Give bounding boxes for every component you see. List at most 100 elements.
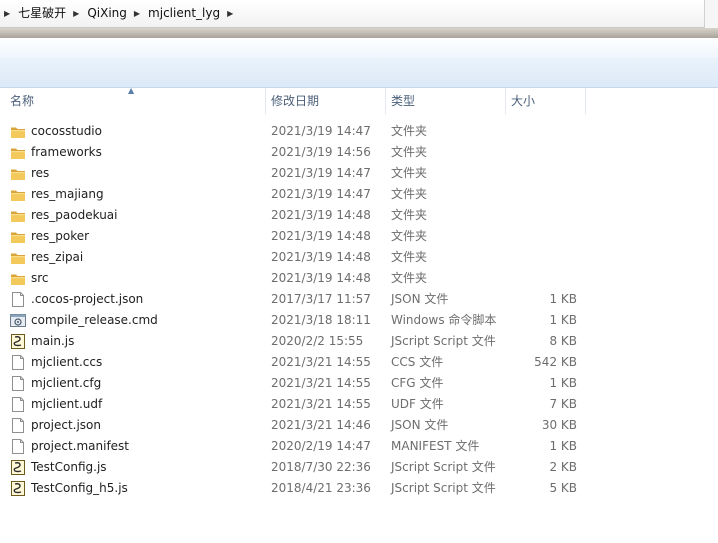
- folder-icon: [10, 166, 26, 181]
- file-row[interactable]: res_zipai 2021/3/19 14:48 文件夹: [0, 247, 718, 268]
- file-row[interactable]: cocosstudio 2021/3/19 14:47 文件夹: [0, 121, 718, 142]
- file-size: 1 KB: [549, 439, 577, 453]
- file-row[interactable]: res_paodekuai 2021/3/19 14:48 文件夹: [0, 205, 718, 226]
- file-modified-date: 2018/4/21 23:36: [271, 481, 371, 495]
- file-size: 1 KB: [549, 376, 577, 390]
- file-icon: [10, 292, 26, 307]
- file-type: 文件夹: [391, 166, 428, 180]
- file-name: res_paodekuai: [31, 208, 118, 222]
- file-modified-date: 2017/3/17 11:57: [271, 292, 371, 306]
- file-type: JScript Script 文件: [391, 481, 496, 495]
- file-row[interactable]: TestConfig.js 2018/7/30 22:36 JScript Scri…: [0, 457, 718, 478]
- file-row[interactable]: mjclient.udf 2021/3/21 14:55 UDF 文件 7 KB: [0, 394, 718, 415]
- breadcrumb-item-2[interactable]: mjclient_lyg: [143, 2, 225, 24]
- file-name: TestConfig_h5.js: [31, 481, 128, 495]
- file-type: 文件夹: [391, 187, 428, 201]
- file-modified-date: 2020/2/19 14:47: [271, 439, 371, 453]
- file-type: 文件夹: [391, 145, 428, 159]
- folder-icon: [10, 229, 26, 244]
- file-row[interactable]: src 2021/3/19 14:48 文件夹: [0, 268, 718, 289]
- file-modified-date: 2021/3/19 14:48: [271, 208, 371, 222]
- window-frame-band: [0, 28, 718, 38]
- file-row[interactable]: mjclient.ccs 2021/3/21 14:55 CCS 文件 542 KB: [0, 352, 718, 373]
- column-divider[interactable]: [585, 88, 586, 114]
- folder-icon: [10, 124, 26, 139]
- file-row[interactable]: compile_release.cmd 2021/3/18 18:11 Window…: [0, 310, 718, 331]
- column-header-size[interactable]: 大小: [501, 88, 585, 114]
- file-icon: [10, 439, 26, 454]
- breadcrumb-item-1[interactable]: QiXing: [82, 2, 132, 24]
- file-name: mjclient.cfg: [31, 376, 102, 390]
- chevron-right-icon[interactable]: ▶: [4, 9, 10, 18]
- folder-icon: [10, 187, 26, 202]
- file-modified-date: 2021/3/21 14:46: [271, 418, 371, 432]
- file-name: compile_release.cmd: [31, 313, 158, 327]
- file-type: CFG 文件: [391, 376, 444, 390]
- file-name: cocosstudio: [31, 124, 102, 138]
- file-row[interactable]: res_poker 2021/3/19 14:48 文件夹: [0, 226, 718, 247]
- file-modified-date: 2020/2/2 15:55: [271, 334, 364, 348]
- file-name: mjclient.udf: [31, 397, 103, 411]
- file-size: [506, 184, 577, 205]
- file-size: [506, 142, 577, 163]
- breadcrumb: ▶ 七星破开 ▶ QiXing ▶ mjclient_lyg ▶: [2, 2, 236, 24]
- file-name: .cocos-project.json: [31, 292, 144, 306]
- file-name: src: [31, 271, 49, 285]
- chevron-right-icon[interactable]: ▶: [73, 9, 79, 18]
- sort-ascending-icon: ▲: [128, 86, 135, 95]
- file-type: JScript Script 文件: [391, 334, 496, 348]
- command-bar: [0, 38, 718, 88]
- file-type: 文件夹: [391, 271, 428, 285]
- address-dropdown-button[interactable]: [704, 0, 718, 28]
- file-size: [506, 121, 577, 142]
- file-row[interactable]: project.json 2021/3/21 14:46 JSON 文件 30 KB: [0, 415, 718, 436]
- file-type: Windows 命令脚本: [391, 313, 497, 327]
- file-modified-date: 2021/3/19 14:47: [271, 187, 371, 201]
- file-modified-date: 2018/7/30 22:36: [271, 460, 371, 474]
- file-row[interactable]: TestConfig_h5.js 2018/4/21 23:36 JScript S…: [0, 478, 718, 499]
- file-row[interactable]: res 2021/3/19 14:47 文件夹: [0, 163, 718, 184]
- file-modified-date: 2021/3/19 14:48: [271, 250, 371, 264]
- chevron-right-icon[interactable]: ▶: [227, 9, 233, 18]
- file-name: project.json: [31, 418, 101, 432]
- address-bar[interactable]: ▶ 七星破开 ▶ QiXing ▶ mjclient_lyg ▶: [0, 0, 718, 28]
- jscript-icon: [10, 460, 26, 475]
- file-type: 文件夹: [391, 208, 428, 222]
- file-modified-date: 2021/3/18 18:11: [271, 313, 371, 327]
- cmd-script-icon: [10, 313, 26, 328]
- breadcrumb-item-0[interactable]: 七星破开: [13, 2, 71, 24]
- file-name: res_majiang: [31, 187, 104, 201]
- file-name: res_zipai: [31, 250, 84, 264]
- column-header-type[interactable]: 类型: [381, 88, 505, 114]
- folder-icon: [10, 250, 26, 265]
- column-header-row: 名称 修改日期 类型 大小: [0, 88, 718, 114]
- file-size: [506, 268, 577, 289]
- file-size: 1 KB: [549, 292, 577, 306]
- file-row[interactable]: project.manifest 2020/2/19 14:47 MANIFEST …: [0, 436, 718, 457]
- file-row[interactable]: .cocos-project.json 2017/3/17 11:57 JSON 文…: [0, 289, 718, 310]
- file-type: UDF 文件: [391, 397, 444, 411]
- file-modified-date: 2021/3/21 14:55: [271, 397, 371, 411]
- file-name: main.js: [31, 334, 75, 348]
- file-modified-date: 2021/3/21 14:55: [271, 355, 371, 369]
- file-size: 7 KB: [549, 397, 577, 411]
- chevron-right-icon[interactable]: ▶: [134, 9, 140, 18]
- file-row[interactable]: frameworks 2021/3/19 14:56 文件夹: [0, 142, 718, 163]
- file-modified-date: 2021/3/19 14:48: [271, 271, 371, 285]
- file-type: MANIFEST 文件: [391, 439, 480, 453]
- file-type: JSON 文件: [391, 418, 449, 432]
- file-size: 1 KB: [549, 313, 577, 327]
- file-type: CCS 文件: [391, 355, 444, 369]
- file-list: cocosstudio 2021/3/19 14:47 文件夹 frameworks 2…: [0, 121, 718, 499]
- folder-icon: [10, 208, 26, 223]
- jscript-icon: [10, 334, 26, 349]
- file-type: JScript Script 文件: [391, 460, 496, 474]
- column-header-modified[interactable]: 修改日期: [261, 88, 385, 114]
- file-type: 文件夹: [391, 229, 428, 243]
- file-row[interactable]: mjclient.cfg 2021/3/21 14:55 CFG 文件 1 KB: [0, 373, 718, 394]
- file-size: 5 KB: [549, 481, 577, 495]
- file-row[interactable]: main.js 2020/2/2 15:55 JScript Script 文件 8 …: [0, 331, 718, 352]
- command-bar-highlight: [0, 38, 718, 58]
- file-row[interactable]: res_majiang 2021/3/19 14:47 文件夹: [0, 184, 718, 205]
- file-modified-date: 2021/3/19 14:56: [271, 145, 371, 159]
